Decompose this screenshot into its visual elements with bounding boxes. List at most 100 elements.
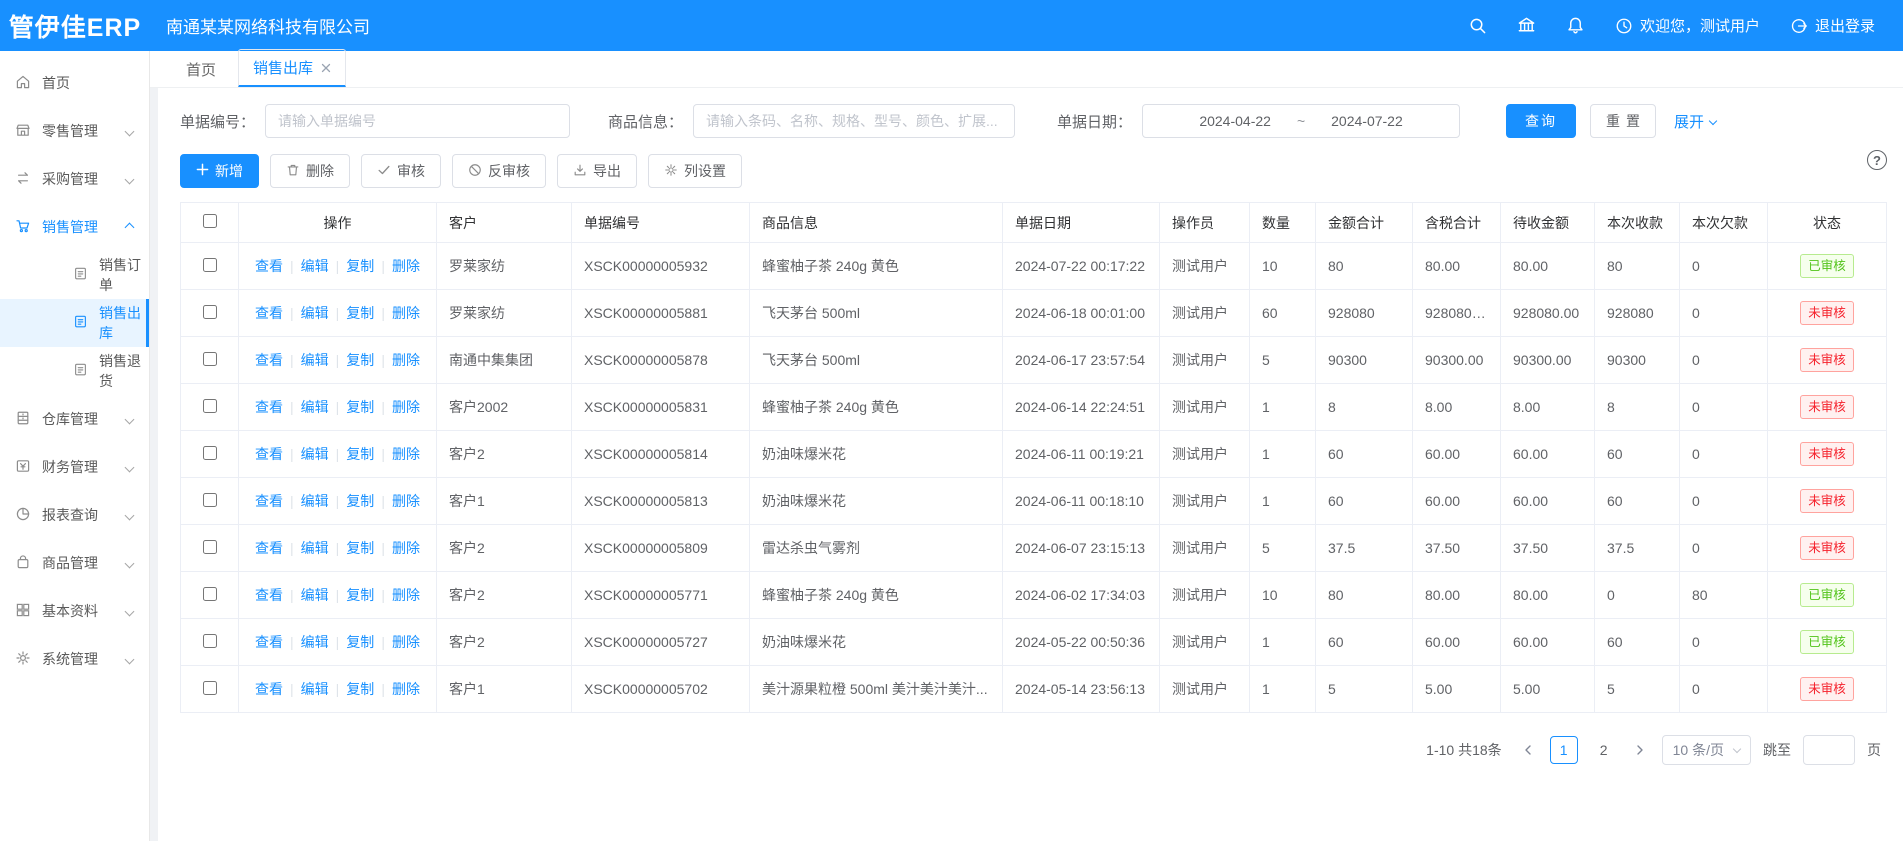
cell-owed: 0 (1680, 337, 1768, 384)
tab-sales-outbound[interactable]: 销售出库 (238, 49, 346, 87)
view-link[interactable]: 查看 (255, 493, 283, 509)
bell-icon[interactable] (1566, 16, 1585, 35)
edit-link[interactable]: 编辑 (301, 681, 329, 697)
edit-link[interactable]: 编辑 (301, 540, 329, 556)
sidebar-item-retail[interactable]: 零售管理 (0, 107, 149, 155)
search-icon[interactable] (1468, 16, 1487, 35)
cell-product: 奶油味爆米花 (750, 478, 1003, 525)
expand-filters-link[interactable]: 展开 (1674, 111, 1716, 132)
sidebar-item-basic-data[interactable]: 基本资料 (0, 587, 149, 635)
row-checkbox[interactable] (203, 399, 217, 413)
add-button[interactable]: 新增 (180, 154, 259, 188)
edit-link[interactable]: 编辑 (301, 446, 329, 462)
sidebar-item-purchase[interactable]: 采购管理 (0, 155, 149, 203)
view-link[interactable]: 查看 (255, 587, 283, 603)
row-checkbox[interactable] (203, 305, 217, 319)
row-checkbox[interactable] (203, 634, 217, 648)
row-checkbox[interactable] (203, 540, 217, 554)
table-row: 查看|编辑|复制|删除 客户2 XSCK00000005814 奶油味爆米花 2… (181, 431, 1887, 478)
edit-link[interactable]: 编辑 (301, 634, 329, 650)
bill-no-input[interactable] (265, 104, 570, 138)
jump-page-input[interactable] (1803, 735, 1855, 765)
bank-icon[interactable] (1517, 16, 1536, 35)
sidebar-item-sales[interactable]: 销售管理 (0, 203, 149, 251)
copy-link[interactable]: 复制 (346, 587, 374, 603)
sidebar-item-products[interactable]: 商品管理 (0, 539, 149, 587)
row-checkbox[interactable] (203, 352, 217, 366)
audit-button[interactable]: 审核 (361, 154, 441, 188)
page-size-select[interactable]: 10 条/页 (1662, 735, 1751, 765)
copy-link[interactable]: 复制 (346, 305, 374, 321)
copy-link[interactable]: 复制 (346, 493, 374, 509)
close-icon[interactable] (321, 63, 331, 73)
column-settings-button[interactable]: 列设置 (648, 154, 742, 188)
row-checkbox[interactable] (203, 493, 217, 507)
tab-home[interactable]: 首页 (172, 52, 230, 87)
sidebar-item-home[interactable]: 首页 (0, 59, 149, 107)
delete-button[interactable]: 删除 (270, 154, 350, 188)
date-range-picker[interactable]: 2024-04-22 ~ 2024-07-22 (1142, 104, 1460, 138)
sidebar-item-sales-order[interactable]: 销售订单 (0, 251, 149, 299)
date-end[interactable]: 2024-07-22 (1331, 113, 1403, 129)
delete-link[interactable]: 删除 (392, 493, 420, 509)
delete-link[interactable]: 删除 (392, 352, 420, 368)
edit-link[interactable]: 编辑 (301, 399, 329, 415)
sidebar-item-system[interactable]: 系统管理 (0, 635, 149, 683)
copy-link[interactable]: 复制 (346, 634, 374, 650)
sidebar-item-sales-return[interactable]: 销售退货 (0, 347, 149, 395)
copy-link[interactable]: 复制 (346, 681, 374, 697)
edit-link[interactable]: 编辑 (301, 587, 329, 603)
view-link[interactable]: 查看 (255, 399, 283, 415)
edit-link[interactable]: 编辑 (301, 493, 329, 509)
cell-product: 奶油味爆米花 (750, 431, 1003, 478)
view-link[interactable]: 查看 (255, 258, 283, 274)
copy-link[interactable]: 复制 (346, 540, 374, 556)
delete-link[interactable]: 删除 (392, 399, 420, 415)
sidebar-item-sales-outbound[interactable]: 销售出库 (0, 299, 149, 347)
page-button-1[interactable]: 1 (1550, 736, 1578, 764)
delete-link[interactable]: 删除 (392, 634, 420, 650)
copy-link[interactable]: 复制 (346, 446, 374, 462)
view-link[interactable]: 查看 (255, 540, 283, 556)
copy-link[interactable]: 复制 (346, 352, 374, 368)
view-link[interactable]: 查看 (255, 681, 283, 697)
export-button[interactable]: 导出 (557, 154, 637, 188)
logout-button[interactable]: 退出登录 (1790, 15, 1875, 36)
edit-link[interactable]: 编辑 (301, 258, 329, 274)
row-checkbox[interactable] (203, 258, 217, 272)
view-link[interactable]: 查看 (255, 634, 283, 650)
cell-status: 未审核 (1768, 525, 1887, 572)
page-button-2[interactable]: 2 (1590, 736, 1618, 764)
row-checkbox[interactable] (203, 681, 217, 695)
delete-link[interactable]: 删除 (392, 681, 420, 697)
view-link[interactable]: 查看 (255, 446, 283, 462)
view-link[interactable]: 查看 (255, 305, 283, 321)
view-link[interactable]: 查看 (255, 352, 283, 368)
table-header-row: 操作 客户 单据编号 商品信息 单据日期 操作员 数量 金额合计 含税合计 待收… (181, 203, 1887, 243)
prev-page-button[interactable] (1518, 744, 1538, 756)
select-all-checkbox[interactable] (203, 214, 217, 228)
row-checkbox[interactable] (203, 446, 217, 460)
sidebar-item-warehouse[interactable]: 仓库管理 (0, 395, 149, 443)
edit-link[interactable]: 编辑 (301, 305, 329, 321)
copy-link[interactable]: 复制 (346, 399, 374, 415)
delete-link[interactable]: 删除 (392, 305, 420, 321)
query-button[interactable]: 查询 (1506, 104, 1576, 138)
row-checkbox[interactable] (203, 587, 217, 601)
date-start[interactable]: 2024-04-22 (1199, 113, 1271, 129)
next-page-button[interactable] (1630, 744, 1650, 756)
delete-link[interactable]: 删除 (392, 540, 420, 556)
copy-link[interactable]: 复制 (346, 258, 374, 274)
delete-link[interactable]: 删除 (392, 587, 420, 603)
unaudit-button[interactable]: 反审核 (452, 154, 546, 188)
help-icon[interactable]: ? (1867, 150, 1887, 170)
reset-button[interactable]: 重置 (1590, 104, 1656, 138)
welcome-user[interactable]: 欢迎您，测试用户 (1615, 15, 1760, 36)
edit-link[interactable]: 编辑 (301, 352, 329, 368)
delete-link[interactable]: 删除 (392, 258, 420, 274)
product-info-input[interactable] (693, 104, 1015, 138)
row-actions: 查看|编辑|复制|删除 (239, 525, 437, 572)
delete-link[interactable]: 删除 (392, 446, 420, 462)
sidebar-item-finance[interactable]: 财务管理 (0, 443, 149, 491)
sidebar-item-reports[interactable]: 报表查询 (0, 491, 149, 539)
